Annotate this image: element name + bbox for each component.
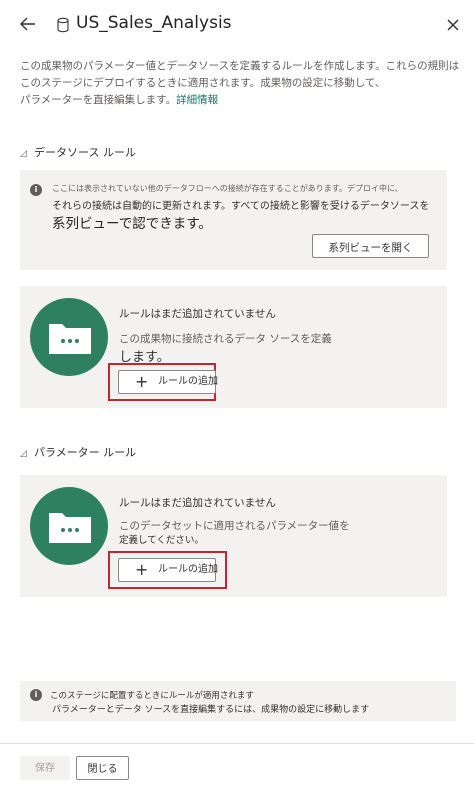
intro-line-1: この成果物のパラメーター値とデータソースを定義するルールを作成します。これらの規…	[20, 60, 460, 72]
rules-applied-line-2: パラメーターとデータ ソースを直接編集するには、成果物の設定に移動します	[52, 705, 370, 715]
datasource-empty-desc-1: この成果物に接続されるデータ ソースを定義	[119, 333, 332, 345]
add-parameter-rule-button[interactable]: + ルールの追加	[118, 558, 218, 582]
lineage-info-line-1: ここには表示されていない他のデータフローへの接続が存在することがあります。デプロ…	[52, 184, 403, 193]
add-datasource-rule-label: ルールの追加	[158, 376, 218, 387]
footer-divider	[0, 743, 474, 744]
folder-icon	[30, 487, 108, 565]
add-parameter-rule-label: ルールの追加	[158, 564, 218, 575]
collapse-triangle-icon: ◿	[20, 449, 27, 459]
datasource-empty-state: ルールはまだ追加されていません この成果物に接続されるデータ ソースを定義 しま…	[20, 286, 447, 408]
parameter-rules-heading[interactable]: ◿ パラメーター ルール	[20, 444, 136, 460]
collapse-triangle-icon: ◿	[20, 149, 27, 159]
rules-applied-line-1: このステージに配置するときにルールが適用されます	[50, 691, 254, 701]
database-icon	[56, 17, 70, 33]
lineage-info-line-3: 系列ビューで認できます。	[52, 216, 212, 232]
lineage-info-line-2: それらの接続は自動的に更新されます。すべての接続と影響を受けるデータソースを	[52, 201, 430, 212]
learn-more-link[interactable]: 詳細情報	[176, 94, 218, 106]
parameter-empty-state: ルールはまだ追加されていません このデータセットに適用されるパラメーター値を 定…	[20, 475, 447, 597]
plus-icon: +	[135, 372, 149, 391]
save-button[interactable]: 保存	[20, 756, 70, 780]
parameter-empty-title: ルールはまだ追加されていません	[119, 497, 276, 509]
close-icon[interactable]	[442, 14, 464, 36]
datasource-empty-title: ルールはまだ追加されていません	[119, 308, 276, 320]
info-icon: i	[30, 184, 42, 196]
intro-description: この成果物のパラメーター値とデータソースを定義するルールを作成します。これらの規…	[20, 58, 460, 109]
folder-icon	[30, 298, 108, 376]
parameter-empty-desc-2: 定義してください。	[119, 535, 204, 546]
intro-line-3: パラメーターを直接編集します。	[20, 94, 177, 106]
add-datasource-rule-button[interactable]: + ルールの追加	[118, 370, 218, 394]
parameter-rules-heading-label: パラメーター ルール	[34, 446, 137, 459]
parameter-empty-desc-1: このデータセットに適用されるパラメーター値を	[119, 520, 350, 532]
info-icon: i	[30, 689, 42, 701]
datasource-rules-heading-label: データソース ルール	[34, 146, 136, 159]
rules-applied-info-box: i このステージに配置するときにルールが適用されます パラメーターとデータ ソー…	[20, 681, 456, 721]
back-arrow-icon[interactable]	[16, 12, 40, 36]
open-lineage-view-button[interactable]: 系列ビューを開く	[312, 234, 429, 258]
lineage-info-box: i ここには表示されていない他のデータフローへの接続が存在することがあります。デ…	[20, 170, 447, 270]
close-button[interactable]: 閉じる	[76, 756, 129, 780]
plus-icon: +	[135, 560, 149, 579]
datasource-rules-heading[interactable]: ◿ データソース ルール	[20, 144, 136, 160]
intro-line-2: このステージにデプロイするときに適用されます。成果物の設定に移動して、	[20, 77, 386, 89]
page-title: US_Sales_Analysis	[76, 13, 232, 33]
